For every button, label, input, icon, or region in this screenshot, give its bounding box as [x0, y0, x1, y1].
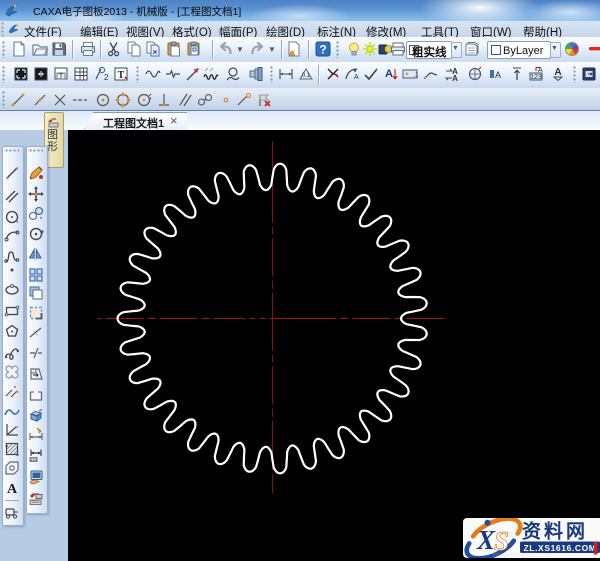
- svg-text:0.1: 0.1: [302, 73, 311, 79]
- svg-text:T: T: [118, 70, 125, 81]
- svg-text:123: 123: [30, 457, 38, 462]
- svg-text:?: ?: [319, 43, 326, 57]
- svg-text:A: A: [354, 74, 359, 81]
- svg-text:.1: .1: [413, 72, 418, 79]
- svg-text:资料网: 资料网: [522, 520, 588, 543]
- svg-text:123: 123: [530, 74, 542, 81]
- svg-text:A: A: [452, 74, 458, 82]
- svg-text:A: A: [495, 70, 501, 80]
- svg-text:A: A: [538, 67, 543, 74]
- svg-text:A: A: [7, 482, 18, 496]
- svg-text:T: T: [59, 74, 64, 81]
- svg-text:A: A: [554, 67, 561, 78]
- svg-text:A: A: [385, 68, 393, 80]
- svg-text:2: 2: [104, 73, 109, 82]
- svg-text:X: X: [476, 525, 496, 555]
- svg-text:www.t.xs1616.com: www.t.xs1616.com: [492, 552, 552, 558]
